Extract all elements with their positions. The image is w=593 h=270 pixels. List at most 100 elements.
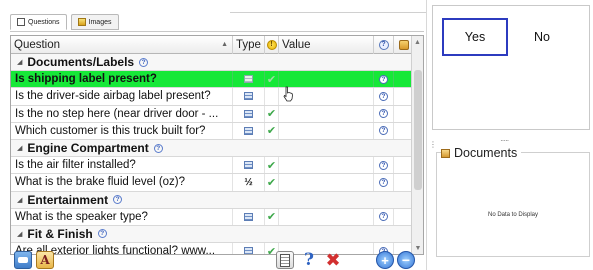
scroll-up-arrow-icon[interactable]: ▲ (412, 36, 423, 48)
column-header-type[interactable]: Type (233, 36, 265, 54)
group-help-icon[interactable]: ? (153, 143, 163, 153)
collapse-caret-icon[interactable]: ◢ (17, 144, 22, 152)
question-row[interactable]: Is the air filter installed? ✔? (11, 157, 413, 175)
help-button[interactable]: ? (300, 250, 318, 270)
horizontal-splitter-grip-icon[interactable]: ····· (500, 136, 509, 145)
help-cell: ? (374, 122, 394, 139)
status-cell: ✔ (265, 208, 279, 225)
list-type-icon (244, 161, 253, 170)
scroll-thumb[interactable] (414, 70, 422, 190)
value-cell[interactable] (279, 174, 374, 191)
column-header-question[interactable]: Question ▲ (11, 36, 233, 54)
column-value-label: Value (282, 38, 311, 51)
question-text: Which customer is this truck built for? (11, 122, 233, 139)
status-cell: ✔ (265, 174, 279, 191)
question-text: What is the speaker type? (11, 208, 233, 225)
questions-pane: Questions Images Question ▲ Type ! Value… (10, 8, 424, 270)
group-help-icon[interactable]: ? (113, 195, 123, 205)
splitter-grip-icon[interactable]: ⋮ (429, 140, 437, 149)
question-row[interactable]: Which customer is this truck built for? ✔… (11, 122, 413, 140)
type-cell (233, 157, 265, 174)
row-help-icon[interactable]: ? (379, 74, 388, 84)
tab-questions[interactable]: Questions (10, 14, 67, 30)
grid-rows: ◢ Documents/Labels? Is shipping label pres… (11, 54, 413, 254)
value-cell[interactable] (279, 71, 374, 88)
scroll-down-arrow-icon[interactable]: ▼ (412, 242, 423, 254)
group-help-icon[interactable]: ? (139, 57, 149, 67)
type-cell: ½ (233, 174, 265, 191)
type-cell (233, 88, 265, 105)
row-help-icon[interactable]: ? (379, 126, 388, 136)
collapse-caret-icon[interactable]: ◢ (17, 196, 22, 204)
tab-images[interactable]: Images (70, 14, 119, 30)
checkmark-icon: ✔ (266, 108, 277, 121)
delete-button[interactable]: ✖ (324, 250, 342, 270)
numeric-type-icon: ½ (244, 176, 253, 188)
questions-grid: Question ▲ Type ! Value ? ◢ Documents/Lab… (10, 35, 424, 255)
column-type-label: Type (236, 38, 261, 51)
answer-panel: Yes No (432, 5, 590, 130)
value-cell[interactable] (279, 122, 374, 139)
group-header: ◢ Engine Compartment? (11, 141, 163, 155)
remove-button[interactable]: − (397, 251, 415, 269)
collapse-caret-icon[interactable]: ◢ (17, 58, 22, 66)
question-text: Is the no step here (near driver door - … (11, 105, 233, 122)
status-cell: ✔ (265, 122, 279, 139)
column-header-warning[interactable]: ! (265, 36, 279, 54)
question-text: Is the driver-side airbag label present? (11, 88, 233, 105)
group-header: ◢ Entertainment? (11, 193, 123, 207)
value-cell[interactable] (279, 105, 374, 122)
document-button[interactable] (276, 251, 294, 269)
row-help-icon[interactable]: ? (379, 91, 388, 101)
column-header-help[interactable]: ? (374, 36, 394, 54)
help-cell: ? (374, 208, 394, 225)
group-row[interactable]: ◢ Fit & Finish? (11, 225, 413, 244)
grid-header: Question ▲ Type ! Value ? (11, 36, 413, 54)
group-row[interactable]: ◢ Engine Compartment? (11, 139, 413, 158)
grid-scrollbar[interactable]: ▲ ▼ (411, 36, 423, 254)
type-cell (233, 208, 265, 225)
question-row[interactable]: Is the driver-side airbag label present?… (11, 88, 413, 106)
checkmark-icon: ✔ (266, 176, 277, 189)
font-a-button[interactable]: A (36, 251, 54, 269)
row-help-icon[interactable]: ? (379, 109, 388, 119)
list-type-icon (244, 92, 253, 101)
help-cell: ? (374, 71, 394, 88)
row-help-icon[interactable]: ? (379, 177, 388, 187)
help-icon: ? (378, 39, 389, 50)
collapse-caret-icon[interactable]: ◢ (17, 230, 22, 238)
group-row[interactable]: ◢ Documents/Labels? (11, 54, 413, 72)
column-question-label: Question (14, 38, 61, 51)
no-button[interactable]: No (509, 18, 575, 56)
question-row[interactable]: Is the no step here (near driver door - … (11, 105, 413, 123)
yes-button[interactable]: Yes (442, 18, 508, 56)
lock-icon (398, 39, 409, 50)
value-cell[interactable] (279, 157, 374, 174)
row-help-icon[interactable]: ? (379, 212, 388, 222)
group-row[interactable]: ◢ Entertainment? (11, 191, 413, 209)
question-row[interactable]: Is shipping label present? ✔? (11, 71, 413, 89)
help-cell: ? (374, 88, 394, 105)
tab-strip: Questions Images (10, 14, 119, 32)
group-header: ◢ Documents/Labels? (11, 55, 149, 69)
pane-splitter[interactable] (426, 0, 427, 270)
row-help-icon[interactable]: ? (379, 160, 388, 170)
comment-button[interactable] (14, 251, 32, 269)
type-cell (233, 71, 265, 88)
group-help-icon[interactable]: ? (97, 229, 107, 239)
question-text: What is the brake fluid level (oz)? (11, 174, 233, 191)
documents-header: Documents (441, 146, 522, 160)
question-row[interactable]: What is the brake fluid level (oz)? ½ ✔? (11, 174, 413, 192)
status-cell: ✔ (265, 157, 279, 174)
documents-group (436, 152, 590, 257)
question-row[interactable]: Are all exterior lights functional? www.… (11, 243, 413, 254)
column-header-value[interactable]: Value (279, 36, 374, 54)
documents-empty-text: No Data to Display (487, 212, 539, 218)
add-button[interactable]: + (376, 251, 394, 269)
top-divider (230, 12, 427, 13)
type-cell (233, 243, 265, 254)
checkmark-icon: ✔ (266, 73, 277, 86)
value-cell[interactable] (279, 208, 374, 225)
question-row[interactable]: What is the speaker type? ✔? (11, 208, 413, 226)
list-type-icon (244, 75, 253, 84)
